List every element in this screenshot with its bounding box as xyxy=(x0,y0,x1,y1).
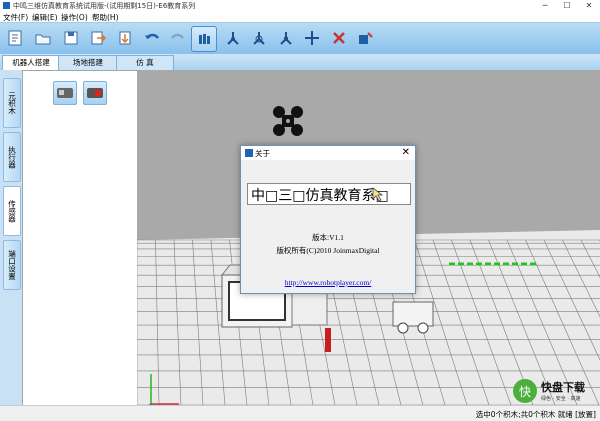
select-icon xyxy=(195,30,213,48)
tab-robot-build[interactable]: 机器人搭建 xyxy=(2,55,60,70)
redo-icon xyxy=(169,29,187,47)
undo-icon xyxy=(143,29,161,47)
marquee-banner: 中□三□仿真教育系□ xyxy=(247,183,411,205)
app-icon xyxy=(3,2,10,9)
dialog-title: 关于 xyxy=(255,148,270,159)
connect-button[interactable] xyxy=(353,26,377,50)
scale-axis-icon xyxy=(277,29,295,47)
minimize-button[interactable]: ─ xyxy=(534,0,556,11)
version-text: 版本:V1.1 xyxy=(241,232,415,243)
mouse-cursor-icon xyxy=(372,187,386,201)
export-button[interactable] xyxy=(113,26,137,50)
redo-button[interactable] xyxy=(166,26,190,50)
watermark-logo-char: 快 xyxy=(519,385,531,399)
sensor-red-icon xyxy=(84,82,106,104)
about-dialog: 关于 ✕ 中□三□仿真教育系□ 版本:V1.1 版权所有(C)2010 Join… xyxy=(240,145,416,294)
import-button[interactable] xyxy=(86,26,110,50)
connect-icon xyxy=(356,29,374,47)
side-tab-bricks[interactable]: 元积木 xyxy=(3,78,21,128)
palette-item-red-sensor[interactable] xyxy=(83,81,107,105)
delete-icon xyxy=(330,29,348,47)
tab-simulation[interactable]: 仿 真 xyxy=(116,55,174,70)
side-tab-sensors[interactable]: 传感器 xyxy=(3,186,21,236)
save-button[interactable] xyxy=(59,26,83,50)
dialog-close-button[interactable]: ✕ xyxy=(402,146,410,160)
window-title: 中鸣三维仿真教育系统试用版-(试用期剩15日)-E6教育系列 xyxy=(13,1,195,11)
select-button[interactable] xyxy=(191,26,217,52)
mode-tabs: 机器人搭建 场地搭建 仿 真 xyxy=(0,54,600,70)
dialog-app-icon xyxy=(245,149,253,157)
pan-button[interactable] xyxy=(300,26,324,50)
website-link[interactable]: http://www.robotplayer.com/ xyxy=(241,278,415,287)
watermark-tagline: 绿色 · 安全 · 高速 xyxy=(541,395,581,402)
status-text: 选中0个积木;共0个积木 就绪 [放置] xyxy=(476,409,596,420)
move-axis-button[interactable] xyxy=(221,26,245,50)
copyright-text: 版权所有(C)2010 JoinmaxDigital xyxy=(241,245,415,256)
import-icon xyxy=(89,29,107,47)
maximize-button[interactable]: ☐ xyxy=(556,0,578,11)
download-watermark: 快 快盘下载 绿色 · 安全 · 高速 xyxy=(512,378,598,404)
move-axis-icon xyxy=(224,29,242,47)
toolbar xyxy=(0,22,600,55)
open-button[interactable] xyxy=(31,26,55,50)
new-button[interactable] xyxy=(3,26,27,50)
quadcopter-model xyxy=(273,106,303,136)
close-button[interactable]: ✕ xyxy=(578,0,600,11)
rotate-axis-icon xyxy=(250,29,268,47)
component-palette xyxy=(22,70,138,407)
undo-button[interactable] xyxy=(140,26,164,50)
side-tab-actuators[interactable]: 执行器 xyxy=(3,132,21,182)
save-icon xyxy=(62,29,80,47)
watermark-name: 快盘下载 xyxy=(540,380,585,394)
export-icon xyxy=(116,29,134,47)
status-bar: 选中0个积木;共0个积木 就绪 [放置] xyxy=(0,405,600,421)
marquee-text: 中□三□仿真教育系□ xyxy=(251,185,389,205)
side-tab-ports[interactable]: 端口设置 xyxy=(3,240,21,290)
new-icon xyxy=(6,29,24,47)
dialog-title-bar: 关于 ✕ xyxy=(241,146,415,160)
pan-icon xyxy=(303,29,321,47)
scale-axis-button[interactable] xyxy=(274,26,298,50)
sensor-gray-icon xyxy=(54,82,76,104)
open-icon xyxy=(34,29,52,47)
tab-field-build[interactable]: 场地搭建 xyxy=(58,55,118,70)
category-strip: 元积木 执行器 传感器 端口设置 xyxy=(0,70,23,405)
menu-bar: 文件(F) 编辑(E) 操作(O) 帮助(H) xyxy=(0,11,600,22)
watermark-logo: 快 快盘下载 绿色 · 安全 · 高速 xyxy=(512,378,598,404)
delete-button[interactable] xyxy=(327,26,351,50)
palette-item-gray-sensor[interactable] xyxy=(53,81,77,105)
rotate-axis-button[interactable] xyxy=(247,26,271,50)
